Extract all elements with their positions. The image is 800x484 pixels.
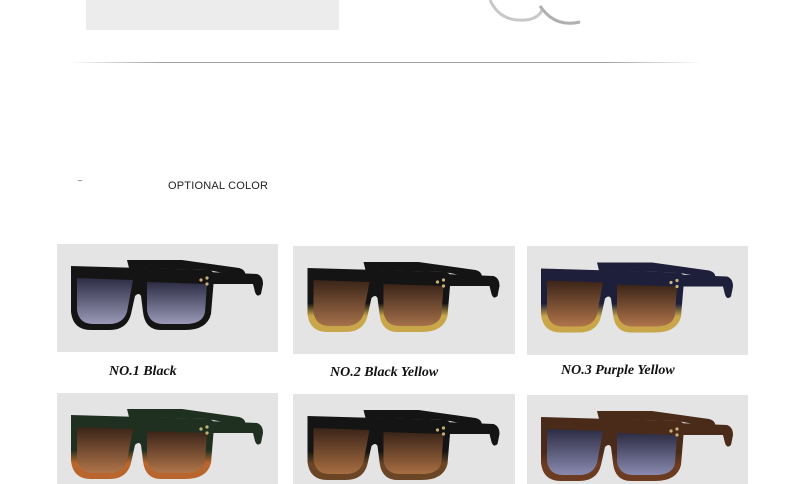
sunglasses-icon (71, 260, 263, 330)
rivet (675, 278, 679, 283)
temple-arm-front (677, 274, 733, 299)
product-image-4[interactable] (57, 393, 278, 484)
rivet (205, 425, 209, 429)
sunglasses-icon (541, 262, 733, 333)
rivet (669, 280, 673, 285)
rivet (669, 429, 673, 433)
lens-right (617, 284, 677, 327)
rivet (205, 276, 209, 280)
product-label-3: NO.3 Purple Yellow (561, 363, 675, 378)
product-image-3[interactable] (527, 246, 748, 355)
rivet (675, 284, 679, 289)
previous-image-panel (86, 0, 339, 30)
section-title: OPTIONAL COLOR (168, 180, 269, 192)
lens-right (383, 432, 444, 474)
product-image-2[interactable] (293, 246, 515, 354)
rivet (199, 278, 203, 282)
rivet (205, 431, 209, 435)
sunglasses-icon (71, 409, 263, 479)
lens-right (147, 431, 207, 473)
lens-right (383, 284, 444, 326)
rivet (441, 278, 446, 282)
sunglasses-icon (307, 262, 500, 332)
temple-arm-front (443, 274, 500, 298)
rivet (435, 280, 440, 284)
temple-arm-front (677, 423, 733, 447)
rivet (675, 427, 679, 431)
rivet (199, 427, 203, 431)
sunglasses-icon (541, 411, 733, 481)
product-image-1[interactable] (57, 244, 278, 352)
product-label-1: NO.1 Black (109, 364, 177, 379)
section-divider (68, 62, 703, 63)
product-image-6[interactable] (527, 395, 748, 484)
lens-right (147, 282, 207, 324)
sunglasses-top-view-icon (488, 0, 581, 25)
temple-arm-front (207, 272, 263, 296)
sunglasses-icon (307, 410, 500, 480)
rivet (435, 428, 440, 432)
section-marker (78, 180, 82, 181)
temple-arm-front (207, 421, 263, 445)
product-color-page: OPTIONAL COLOR NO.1 Black NO.2 Black Yel… (0, 0, 800, 484)
rivet (441, 284, 446, 288)
lens-right (617, 433, 677, 475)
product-image-5[interactable] (293, 394, 515, 484)
rivet (675, 433, 679, 437)
temple-arm-front (443, 422, 500, 446)
rivet (205, 282, 209, 286)
rivet (441, 426, 446, 430)
product-label-2: NO.2 Black Yellow (330, 365, 439, 380)
rivet (441, 432, 446, 436)
